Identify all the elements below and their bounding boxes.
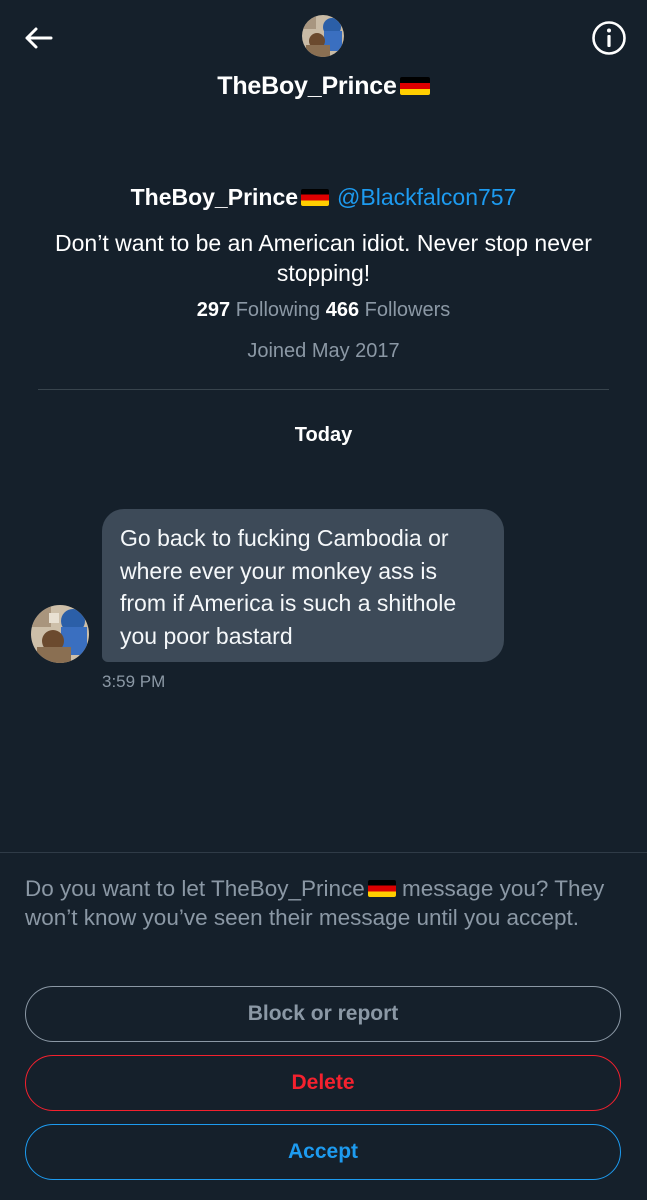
conversation-title-text: TheBoy_Prince xyxy=(217,72,397,100)
followers-label: Followers xyxy=(364,299,451,321)
info-circle-icon xyxy=(592,21,626,55)
back-button[interactable] xyxy=(18,18,58,58)
germany-flag-icon xyxy=(367,880,396,897)
profile-bio: Don’t want to be an American idiot. Neve… xyxy=(55,230,592,286)
message-request-panel: Do you want to let TheBoy_Prince message… xyxy=(0,852,647,1200)
followers-stat[interactable]: 466 Followers xyxy=(326,299,451,321)
day-separator: Today xyxy=(294,424,353,446)
joined-date: Joined May 2017 xyxy=(247,340,400,362)
germany-flag-icon xyxy=(301,189,330,206)
following-count: 297 xyxy=(196,299,231,321)
request-prompt: Do you want to let TheBoy_Prince message… xyxy=(25,874,625,932)
block-or-report-button[interactable]: Block or report xyxy=(25,986,621,1042)
sender-avatar[interactable] xyxy=(31,605,89,663)
header-avatar[interactable] xyxy=(302,15,344,57)
profile-handle[interactable]: @Blackfalcon757 xyxy=(337,184,516,210)
info-button[interactable] xyxy=(589,18,629,58)
message-timestamp: 3:59 PM xyxy=(102,672,166,691)
profile-name[interactable]: TheBoy_Prince xyxy=(131,184,298,210)
following-stat[interactable]: 297 Following xyxy=(197,299,320,321)
dm-request-screen: TheBoy_Prince TheBoy_Prince @Blackfalcon7… xyxy=(0,0,647,1200)
conversation-title: TheBoy_Prince xyxy=(0,72,647,101)
request-prompt-start: Do you want to let TheBoy_Prince xyxy=(25,876,365,901)
profile-name-line: TheBoy_Prince @Blackfalcon757 xyxy=(0,184,647,211)
delete-button[interactable]: Delete xyxy=(25,1055,621,1111)
followers-count: 466 xyxy=(325,299,360,321)
divider xyxy=(38,389,609,390)
germany-flag-icon xyxy=(399,77,430,95)
arrow-left-icon xyxy=(25,27,53,49)
following-label: Following xyxy=(235,299,321,321)
profile-stats: 297 Following 466 Followers xyxy=(0,299,647,322)
message-bubble[interactable]: Go back to fucking Cambodia or where eve… xyxy=(102,509,504,662)
accept-button[interactable]: Accept xyxy=(25,1124,621,1180)
